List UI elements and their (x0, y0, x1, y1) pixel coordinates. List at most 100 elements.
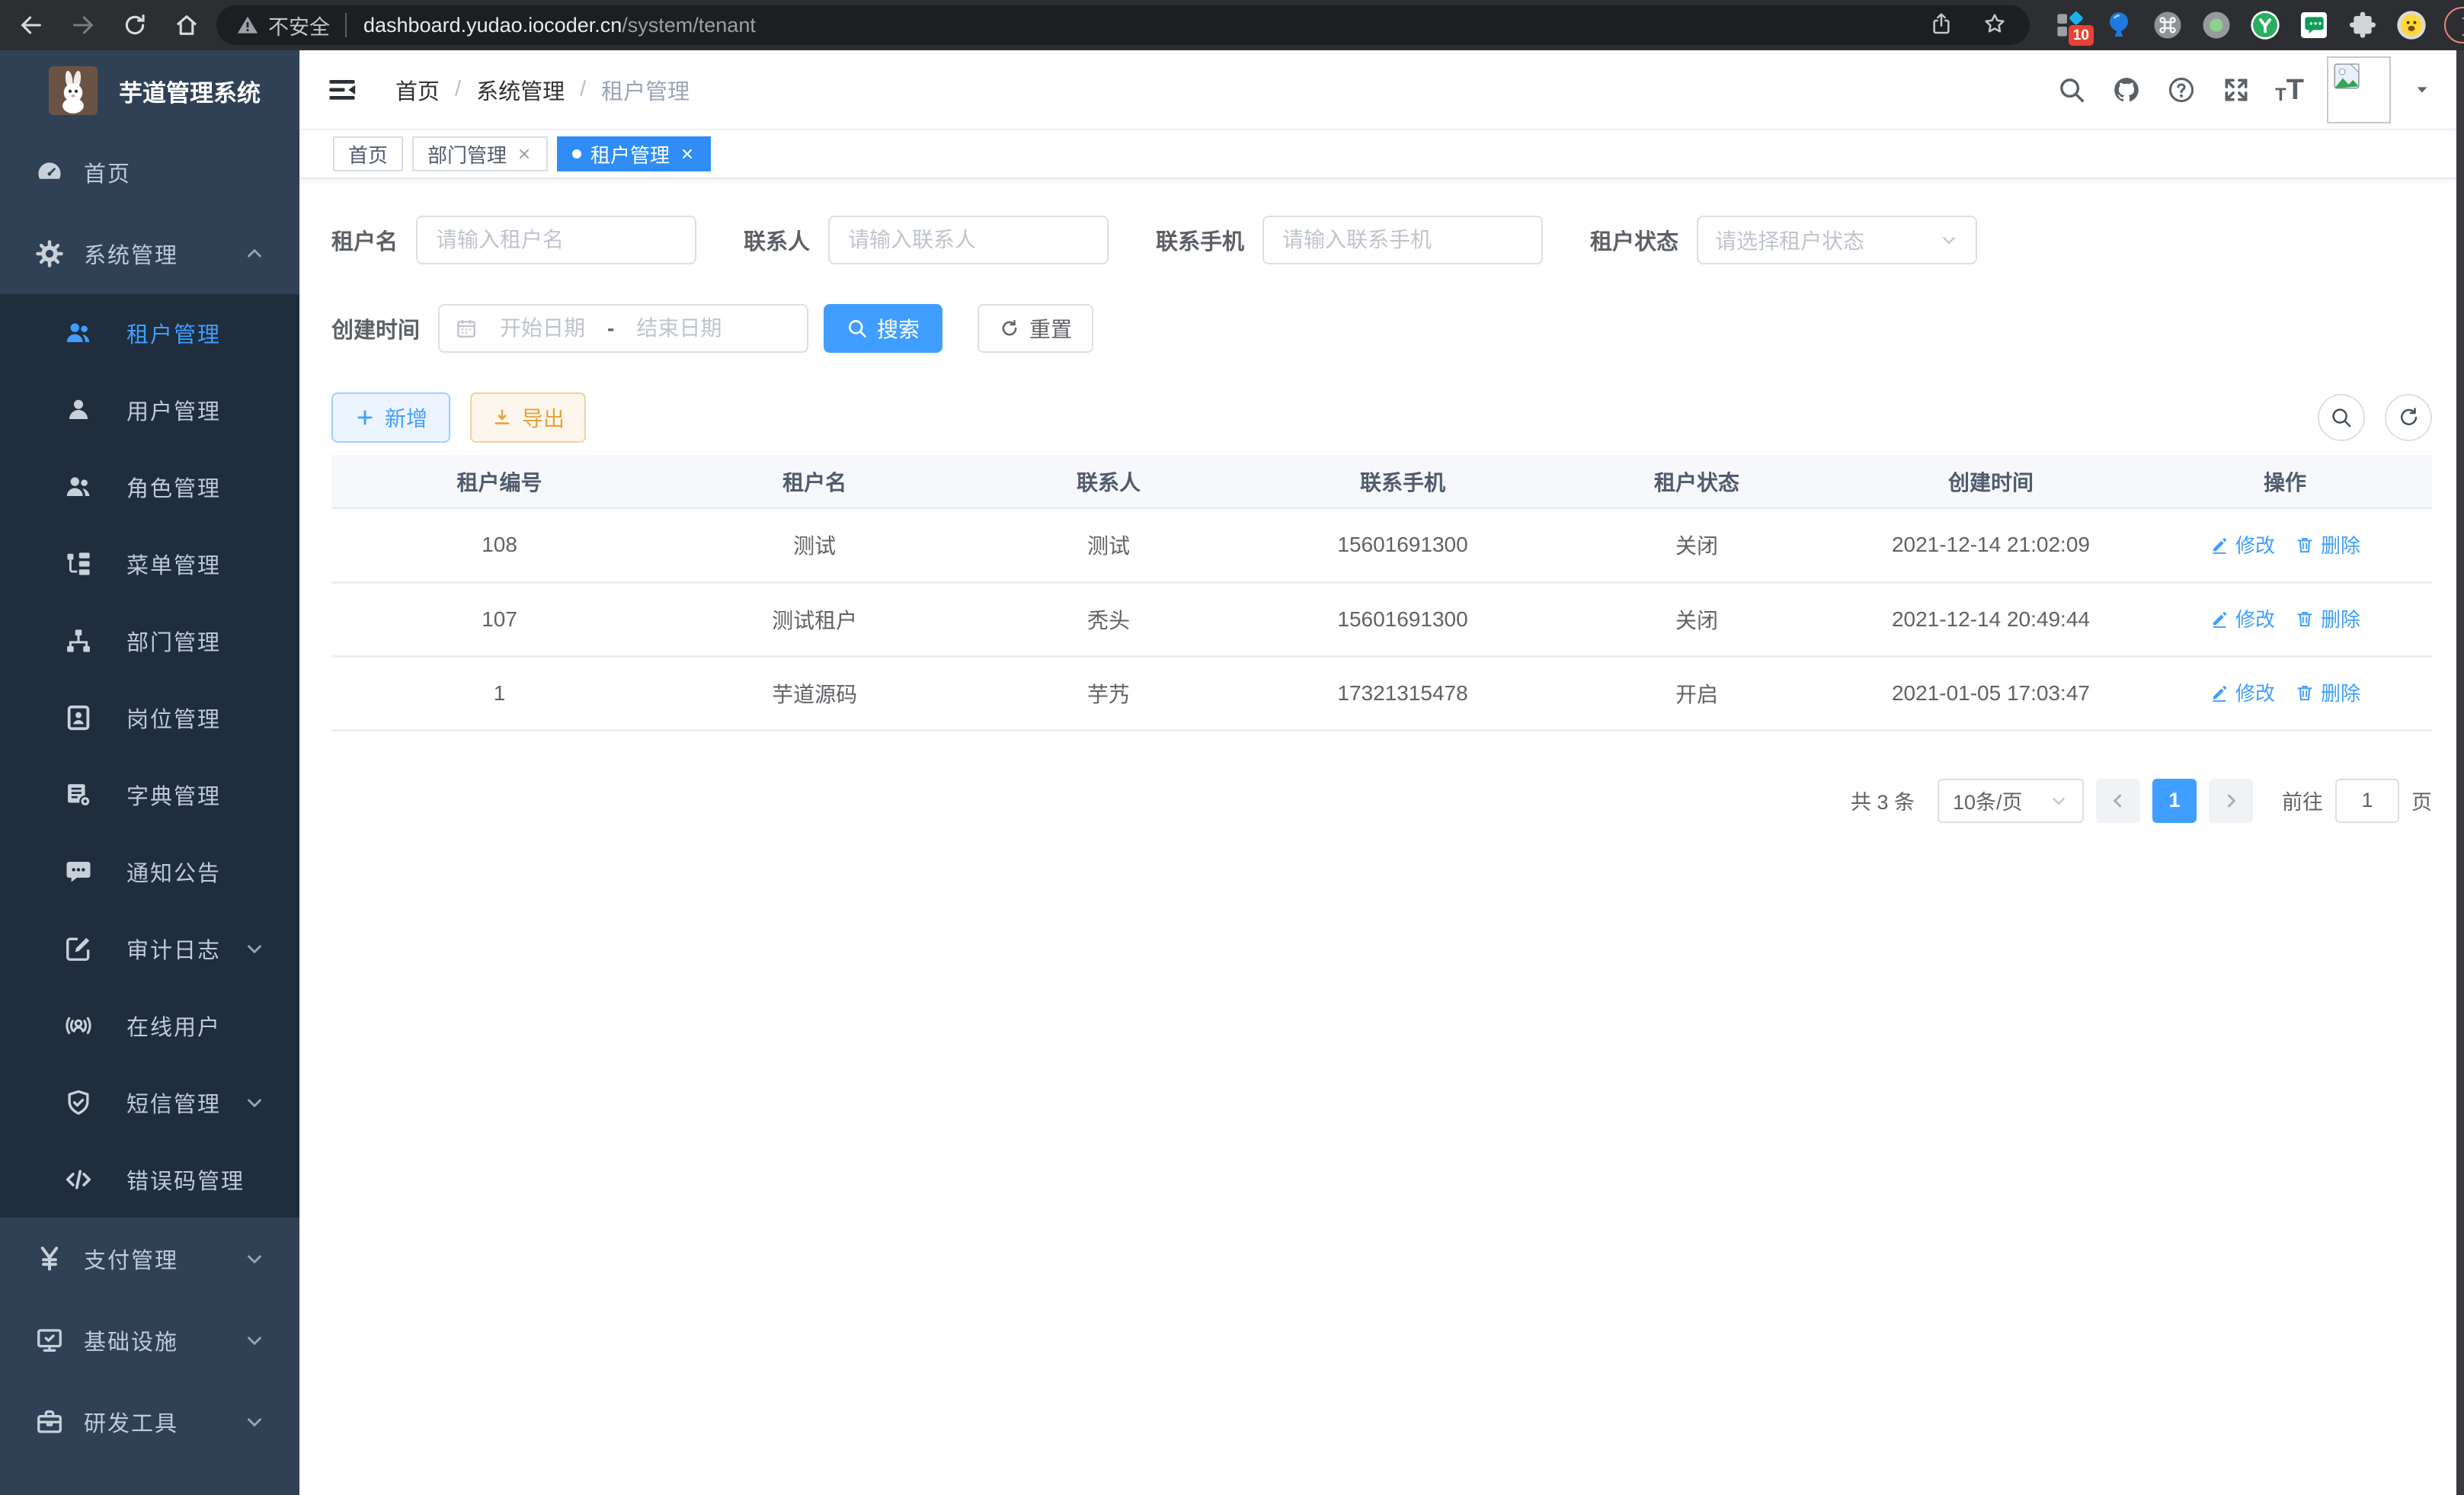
edit-link[interactable]: 修改 (2210, 678, 2275, 706)
screen: 不安全 dashboard.yudao.iocoder.cn/system/te… (0, 0, 2464, 1495)
edit-link-label: 修改 (2235, 530, 2275, 559)
sidebar-item-0[interactable]: 首页 (0, 131, 299, 213)
sidebar-item-label: 首页 (84, 156, 131, 188)
window-scrollbar-track[interactable] (2456, 50, 2464, 1495)
ext-tiles-icon[interactable]: 10 (2054, 9, 2086, 41)
tab-2[interactable]: 租户管理 (557, 136, 711, 171)
close-icon[interactable] (679, 146, 696, 162)
sidebar-item-10[interactable]: 审计日志 (0, 910, 299, 987)
ext-balloon-icon[interactable] (2103, 9, 2135, 41)
sidebar-item-label: 审计日志 (126, 933, 221, 965)
sidebar-item-6[interactable]: 部门管理 (0, 602, 299, 679)
devtool-icon (35, 1407, 64, 1436)
app-window: 芋道管理系统 首页系统管理租户管理用户管理角色管理菜单管理部门管理岗位管理字典管… (0, 50, 2464, 1495)
mobile-input[interactable] (1281, 227, 1525, 253)
share-icon[interactable] (1929, 11, 1957, 39)
bookmark-star-icon[interactable] (1982, 11, 2010, 39)
sidebar-item-12[interactable]: 短信管理 (0, 1064, 299, 1141)
cell: 2021-01-05 17:03:47 (1844, 656, 2138, 730)
column-header-2: 联系人 (962, 455, 1256, 508)
page-number-1[interactable]: 1 (2152, 779, 2197, 823)
avatar-caret-icon[interactable] (2414, 82, 2430, 98)
next-page-icon[interactable] (2209, 779, 2253, 823)
contact-input[interactable] (846, 227, 1090, 253)
user-avatar[interactable] (2327, 56, 2391, 123)
table-search-toggle-icon[interactable] (2318, 394, 2365, 441)
tab-0[interactable]: 首页 (333, 136, 403, 171)
add-button[interactable]: 新增 (331, 392, 450, 443)
sidebar-item-8[interactable]: 字典管理 (0, 756, 299, 833)
delete-link[interactable]: 删除 (2295, 604, 2360, 632)
browser-reload-icon[interactable] (117, 8, 152, 43)
contact-label: 联系人 (744, 224, 810, 256)
browser-forward-icon[interactable] (66, 8, 101, 43)
sidebar-item-13[interactable]: 错误码管理 (0, 1141, 299, 1218)
column-header-0: 租户编号 (331, 455, 667, 508)
tenant-name-input[interactable] (434, 227, 678, 253)
prev-page-icon[interactable] (2096, 779, 2140, 823)
delete-link[interactable]: 删除 (2295, 530, 2360, 559)
sidebar-item-16[interactable]: 研发工具 (0, 1381, 299, 1462)
help-icon[interactable] (2165, 74, 2197, 106)
sidebar-item-3[interactable]: 用户管理 (0, 371, 299, 448)
header-search-icon[interactable] (2056, 74, 2088, 106)
tab-1[interactable]: 部门管理 (412, 136, 548, 171)
status-select[interactable]: 请选择租户状态 (1697, 216, 1977, 264)
close-icon[interactable] (516, 146, 533, 162)
sidebar-item-5[interactable]: 菜单管理 (0, 525, 299, 602)
github-icon[interactable] (2110, 74, 2142, 106)
breadcrumb-item[interactable]: 系统管理 (476, 74, 565, 106)
font-size-icon[interactable]: TT (2275, 75, 2304, 104)
table-row: 107测试租户秃头15601691300关闭2021-12-14 20:49:4… (331, 582, 2432, 656)
url-text[interactable]: dashboard.yudao.iocoder.cn/system/tenant (363, 14, 756, 37)
tenant-table: 租户编号租户名联系人联系手机租户状态创建时间操作 108测试测试15601691… (331, 455, 2432, 731)
column-header-5: 创建时间 (1844, 455, 2138, 508)
start-date-input[interactable] (485, 315, 600, 341)
sidebar-menu: 首页系统管理租户管理用户管理角色管理菜单管理部门管理岗位管理字典管理通知公告审计… (0, 131, 299, 1462)
page-suffix: 页 (2411, 786, 2432, 815)
export-button[interactable]: 导出 (470, 392, 586, 443)
date-range-picker[interactable]: - (438, 304, 808, 353)
sidebar-item-9[interactable]: 通知公告 (0, 833, 299, 910)
browser-back-icon[interactable] (14, 8, 49, 43)
security-label[interactable]: 不安全 (268, 11, 330, 40)
ext-chat-icon[interactable] (2298, 9, 2330, 41)
cell: 测试 (962, 508, 1256, 582)
address-bar[interactable]: 不安全 dashboard.yudao.iocoder.cn/system/te… (216, 5, 2030, 45)
table-refresh-icon[interactable] (2385, 394, 2432, 441)
ext-puzzle-icon[interactable] (2347, 9, 2379, 41)
sidebar-item-4[interactable]: 角色管理 (0, 448, 299, 525)
ext-y-icon[interactable] (2249, 9, 2281, 41)
sidebar-item-15[interactable]: 基础设施 (0, 1299, 299, 1381)
not-secure-warning-icon (236, 14, 259, 37)
chevron-down-icon (243, 1329, 266, 1352)
sidebar-item-label: 在线用户 (126, 1010, 221, 1042)
reset-button[interactable]: 重置 (978, 304, 1093, 353)
browser-home-icon[interactable] (169, 8, 204, 43)
goto-page-input[interactable] (2337, 780, 2398, 821)
search-button-label: 搜索 (877, 313, 920, 344)
sidebar-item-label: 用户管理 (126, 394, 221, 426)
sidebar-collapse-icon[interactable] (325, 73, 359, 107)
edit-link[interactable]: 修改 (2210, 530, 2275, 559)
sidebar-item-1[interactable]: 系统管理 (0, 213, 299, 294)
fullscreen-icon[interactable] (2220, 74, 2252, 106)
sidebar-item-2[interactable]: 租户管理 (0, 294, 299, 371)
end-date-input[interactable] (622, 315, 736, 341)
sidebar-item-11[interactable]: 在线用户 (0, 987, 299, 1064)
app-logo[interactable]: 芋道管理系统 (0, 50, 299, 131)
sidebar-item-14[interactable]: 支付管理 (0, 1218, 299, 1299)
column-header-3: 联系手机 (1256, 455, 1550, 508)
ext-avatar-icon[interactable] (2395, 9, 2427, 41)
chevron-down-icon (243, 1410, 266, 1433)
ext-cmd-icon[interactable] (2152, 9, 2184, 41)
ext-record-icon[interactable] (2200, 9, 2232, 41)
delete-link[interactable]: 删除 (2295, 678, 2360, 706)
search-button[interactable]: 搜索 (824, 304, 942, 353)
edit-link[interactable]: 修改 (2210, 604, 2275, 632)
page-size-select[interactable]: 10条/页 (1938, 779, 2084, 823)
cell: 107 (331, 582, 667, 656)
breadcrumb-item[interactable]: 首页 (395, 74, 440, 106)
browser-update-button[interactable]: 更新 (2444, 7, 2464, 43)
sidebar-item-7[interactable]: 岗位管理 (0, 679, 299, 756)
